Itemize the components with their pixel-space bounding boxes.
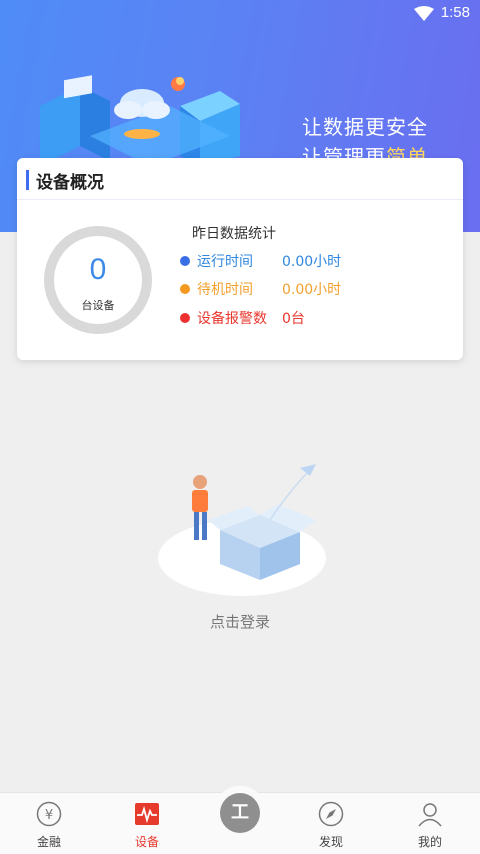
device-overview-card: 设备概况 0 台设备 昨日数据统计 运行时间 0.00小时 待机时间 0.00小… (17, 158, 463, 360)
device-pulse-icon (135, 803, 159, 825)
login-link[interactable]: 点击登录 (0, 611, 480, 632)
empty-box-illustration (158, 464, 326, 596)
slogan-line-1: 让数据更安全 (302, 115, 428, 139)
stat-value: 0.00小时 (282, 254, 342, 270)
user-icon (418, 803, 442, 827)
card-divider (17, 199, 463, 200)
tab-label: 金融 (36, 835, 61, 849)
stat-value: 0.00小时 (282, 282, 342, 298)
device-count: 0 (89, 253, 107, 286)
center-tool-icon: 工 (220, 793, 260, 833)
tab-finance[interactable]: ¥ 金融 (14, 801, 84, 850)
stat-label: 待机时间 (197, 282, 253, 298)
tab-label: 设备 (134, 835, 159, 849)
center-tool-button[interactable]: 工 (213, 786, 267, 840)
run-time-dot (180, 256, 190, 266)
card-title-accent (26, 170, 29, 190)
tab-mine[interactable]: 我的 (395, 801, 465, 850)
tab-device[interactable]: 设备 (112, 801, 182, 850)
stats-title: 昨日数据统计 (192, 226, 276, 242)
device-count-label: 台设备 (81, 299, 115, 312)
stat-label: 运行时间 (197, 254, 253, 270)
svg-text:¥: ¥ (45, 808, 53, 823)
compass-icon (318, 801, 344, 827)
server-cloud-illustration (40, 75, 240, 166)
card-title: 设备概况 (36, 173, 104, 193)
stat-value: 0台 (282, 311, 305, 327)
yen-icon: ¥ (36, 801, 62, 827)
status-time: 1:58 (440, 4, 470, 21)
wifi-icon (414, 6, 434, 21)
device-count-ring: 0 台设备 (44, 226, 152, 334)
tab-label: 我的 (417, 835, 442, 849)
stat-label: 设备报警数 (197, 311, 267, 327)
standby-time-dot (180, 284, 190, 294)
alarm-count-dot (180, 313, 190, 323)
status-bar: 1:58 (0, 0, 480, 26)
tab-discover[interactable]: 发现 (296, 801, 366, 850)
tab-label: 发现 (318, 835, 343, 849)
